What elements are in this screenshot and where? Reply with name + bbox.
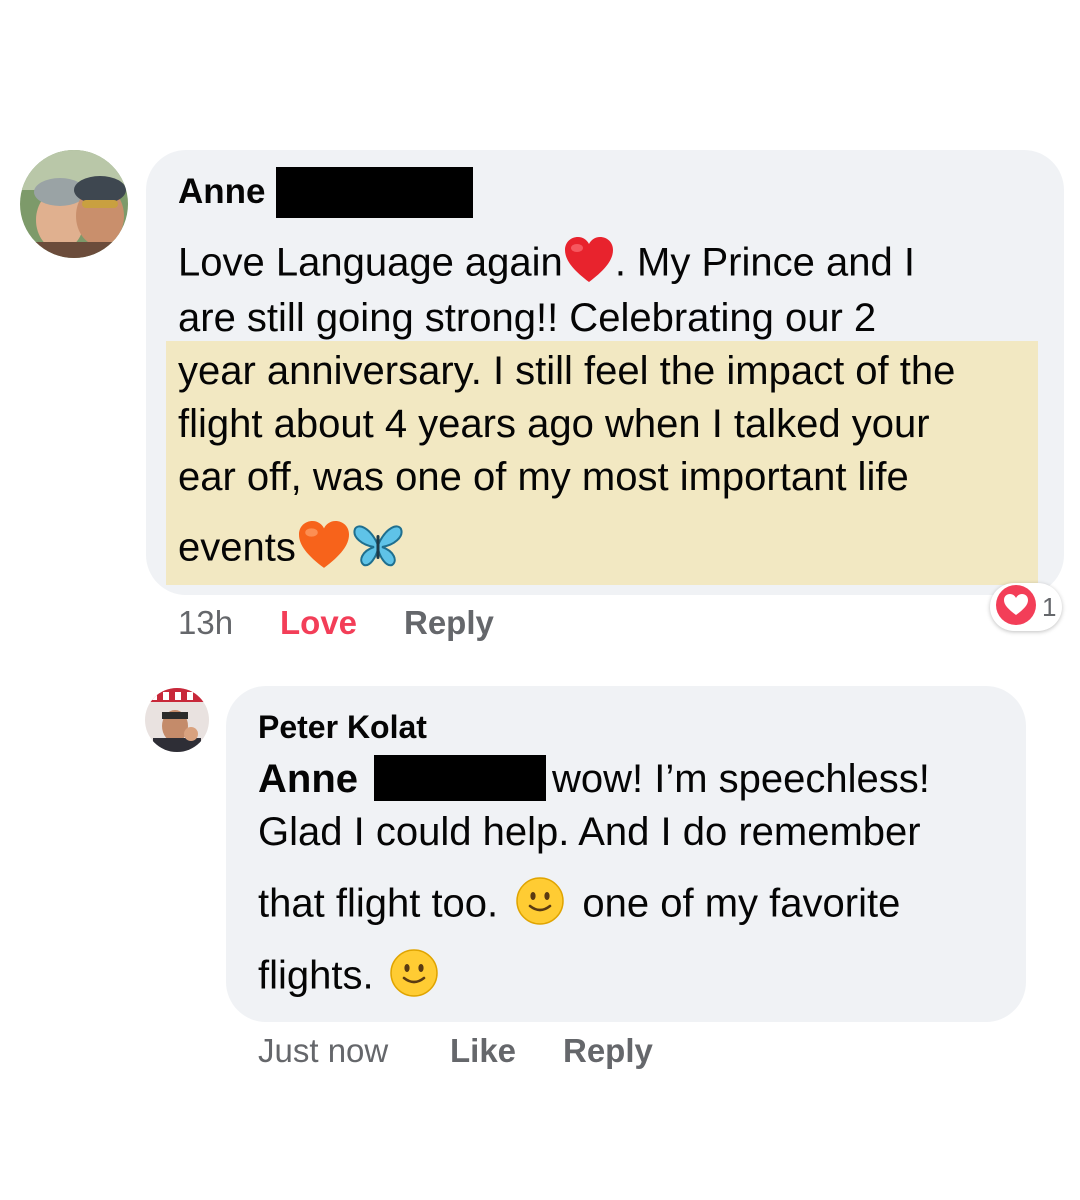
reaction-count-pill[interactable]: 1 — [990, 583, 1062, 631]
peter-avatar[interactable] — [145, 688, 209, 752]
smiley-icon — [515, 876, 565, 936]
like-button[interactable]: Like — [450, 1032, 516, 1070]
comment-text-line-4: flight about 4 years ago when I talked y… — [178, 402, 930, 446]
comment-text-line-2: are still going strong!! Celebrating our… — [178, 296, 877, 340]
redacted-mention-surname — [374, 755, 546, 801]
anne-avatar[interactable] — [20, 150, 128, 258]
reaction-count: 1 — [1042, 591, 1057, 622]
reply-text-line-4: flights. — [258, 948, 439, 1008]
mention-tag[interactable]: Anne — [258, 757, 358, 801]
reply-button[interactable]: Reply — [563, 1032, 653, 1070]
reply-text-line-3: that flight too. one of my favorite — [258, 876, 900, 936]
red-heart-icon — [563, 236, 615, 294]
comment-text-line-1: Love Language again. My Prince and I — [178, 236, 915, 294]
reply-text-line-1: Anne — [258, 757, 358, 802]
orange-heart-icon — [296, 520, 352, 580]
smiley-icon — [389, 948, 439, 1008]
reply-author-name[interactable]: Peter Kolat — [258, 709, 427, 746]
comment-timestamp[interactable]: 13h — [178, 604, 233, 642]
reply-timestamp[interactable]: Just now — [258, 1032, 388, 1070]
redacted-surname — [276, 167, 473, 218]
comment-author-name[interactable]: Anne — [178, 172, 266, 212]
love-reaction-button[interactable]: Love — [280, 604, 357, 642]
love-reaction-icon — [994, 583, 1038, 632]
reply-text-line-2: Glad I could help. And I do remember — [258, 810, 921, 854]
comment-text-line-3: year anniversary. I still feel the impac… — [178, 349, 956, 393]
reply-button[interactable]: Reply — [404, 604, 494, 642]
butterfly-icon — [352, 521, 404, 579]
comment-text-line-6: events — [178, 520, 404, 580]
comment-text-line-5: ear off, was one of my most important li… — [178, 455, 909, 499]
reply-text-line-1-rest: wow! I’m speechless! — [552, 757, 930, 801]
